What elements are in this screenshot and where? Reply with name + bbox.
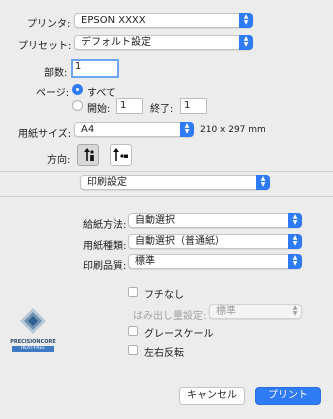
mirror-checkbox[interactable] <box>128 345 138 355</box>
expansion-value: 標準 <box>216 306 236 317</box>
expansion-popup[interactable]: 標準 ▲ ▼ <box>209 304 302 319</box>
divider <box>0 196 333 197</box>
logo-subtext: HEAT-FREE <box>12 346 54 352</box>
grayscale-checkbox[interactable] <box>128 326 138 336</box>
popup-arrows-icon: ▲ ▼ <box>256 175 270 190</box>
print-button[interactable]: プリント <box>255 387 321 405</box>
print-quality-label: 印刷品質: <box>83 261 127 272</box>
popup-arrows-icon: ▲ ▼ <box>288 213 302 228</box>
preset-label: プリセット: <box>18 41 72 52</box>
pages-to-label: 終了: <box>150 104 174 115</box>
pages-label: ページ: <box>36 88 70 99</box>
section-popup[interactable]: 印刷設定 ▲ ▼ <box>80 175 270 190</box>
paper-size-popup[interactable]: A4 ▲ ▼ <box>74 122 194 137</box>
copies-label: 部数: <box>44 68 68 79</box>
printer-label: プリンタ: <box>27 19 71 30</box>
popup-arrows-icon: ▲ ▼ <box>288 254 302 269</box>
section-value: 印刷設定 <box>87 177 127 188</box>
orientation-portrait-button[interactable] <box>77 144 99 166</box>
paper-source-popup[interactable]: 自動選択 ▲ ▼ <box>128 213 302 228</box>
divider <box>0 171 333 172</box>
paper-source-value: 自動選択 <box>135 215 175 226</box>
logo-text: PRECISIONCORE <box>10 339 56 345</box>
popup-arrows-icon: ▲ ▼ <box>180 122 194 137</box>
precisioncore-diamond-icon <box>20 308 46 334</box>
pages-from-field[interactable]: 1 <box>116 98 143 114</box>
popup-arrows-icon: ▲ ▼ <box>239 13 253 28</box>
pages-range-radio[interactable] <box>72 100 83 111</box>
media-type-value: 自動選択（普通紙） <box>135 236 225 247</box>
pages-from-label: 開始: <box>87 104 111 115</box>
paper-dimensions: 210 x 297 mm <box>200 125 266 135</box>
pages-to-field[interactable]: 1 <box>180 98 207 114</box>
portrait-icon <box>84 148 94 161</box>
preset-value: デフォルト設定 <box>81 37 151 48</box>
pages-all-label: すべて <box>87 88 116 99</box>
grayscale-label: グレースケール <box>144 329 214 340</box>
orientation-landscape-button[interactable] <box>110 144 132 166</box>
popup-arrows-icon: ▲ ▼ <box>292 304 298 317</box>
landscape-icon <box>113 148 128 161</box>
preset-popup[interactable]: デフォルト設定 ▲ ▼ <box>74 35 253 50</box>
printer-popup[interactable]: EPSON XXXX ▲ ▼ <box>74 13 253 28</box>
precisioncore-logo: PRECISIONCORE HEAT-FREE <box>10 306 56 354</box>
media-type-label: 用紙種類: <box>83 241 127 252</box>
cancel-button[interactable]: キャンセル <box>179 387 245 405</box>
borderless-label: フチなし <box>144 290 184 301</box>
popup-arrows-icon: ▲ ▼ <box>288 234 302 249</box>
print-quality-value: 標準 <box>135 256 155 267</box>
printer-value: EPSON XXXX <box>81 15 146 26</box>
pages-all-radio[interactable] <box>72 84 83 95</box>
paper-source-label: 給紙方法: <box>83 220 127 231</box>
paper-size-value: A4 <box>81 124 95 135</box>
borderless-checkbox[interactable] <box>128 287 138 297</box>
print-quality-popup[interactable]: 標準 ▲ ▼ <box>128 254 302 269</box>
copies-field[interactable]: 1 <box>71 59 119 78</box>
expansion-label: はみ出し量設定: <box>133 311 207 322</box>
paper-size-label: 用紙サイズ: <box>18 129 72 140</box>
popup-arrows-icon: ▲ ▼ <box>239 35 253 50</box>
orientation-label: 方向: <box>47 155 71 166</box>
mirror-label: 左右反転 <box>144 348 184 359</box>
media-type-popup[interactable]: 自動選択（普通紙） ▲ ▼ <box>128 234 302 249</box>
